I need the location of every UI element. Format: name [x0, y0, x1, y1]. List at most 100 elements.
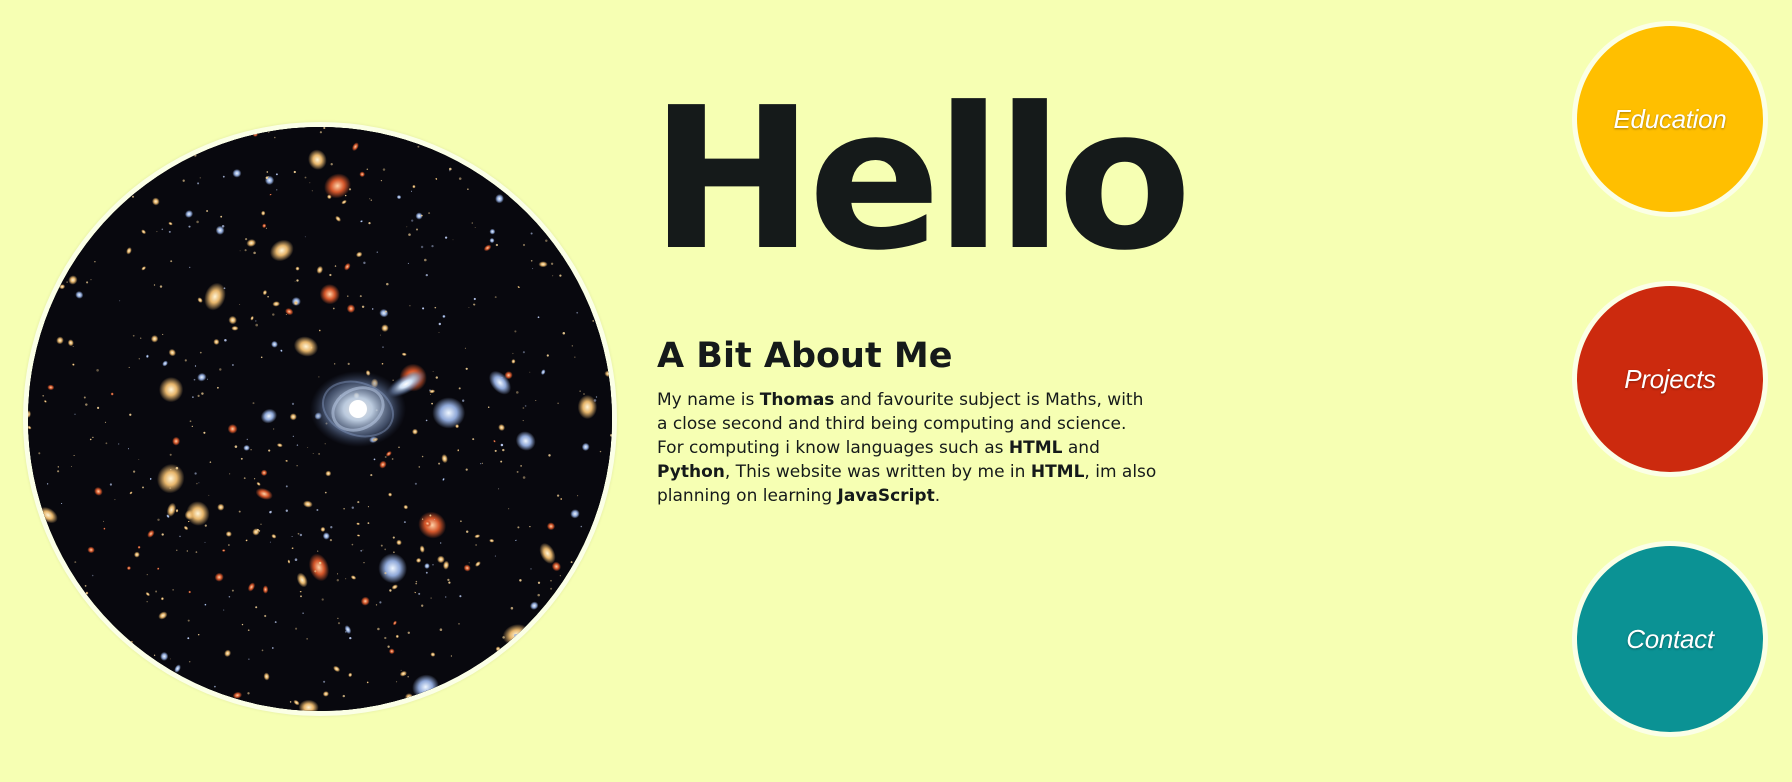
star-dot: [107, 148, 111, 152]
galaxy-dot: [540, 639, 544, 643]
star-dot: [260, 356, 263, 359]
star-dot: [494, 449, 497, 452]
star-dot: [594, 243, 597, 245]
star-dot: [432, 563, 434, 566]
galaxy-dot: [35, 655, 45, 665]
galaxy-dot: [41, 299, 45, 304]
star-dot: [244, 249, 247, 252]
star-dot: [203, 431, 206, 434]
nav-contact-button[interactable]: Contact: [1572, 541, 1768, 737]
star-dot: [415, 582, 418, 585]
star-dot: [268, 449, 271, 452]
star-dot: [206, 209, 209, 213]
star-dot: [421, 455, 424, 458]
star-dot: [465, 530, 469, 533]
star-dot: [219, 368, 222, 371]
star-dot: [347, 295, 349, 297]
star-dot: [369, 198, 371, 200]
galaxy-dot: [32, 597, 37, 602]
star-dot: [153, 654, 156, 656]
star-dot: [138, 358, 140, 360]
star-dot: [450, 655, 453, 657]
nav-projects-circle[interactable]: Projects: [1577, 286, 1763, 472]
star-dot: [468, 562, 470, 564]
star-dot: [512, 190, 514, 192]
star-dot: [438, 462, 441, 465]
star-dot: [357, 501, 360, 504]
star-dot: [571, 345, 573, 347]
galaxy-dot: [92, 691, 99, 701]
star-dot: [567, 651, 571, 655]
star-dot: [302, 612, 304, 614]
star-dot: [42, 394, 45, 397]
star-dot: [420, 245, 424, 249]
star-dot: [248, 658, 250, 660]
galaxy-dot: [31, 146, 41, 155]
star-dot: [247, 629, 250, 632]
nav-projects-button[interactable]: Projects: [1572, 281, 1768, 477]
star-dot: [217, 228, 219, 230]
galaxy-dot: [48, 141, 72, 165]
star-dot: [271, 647, 274, 649]
star-dot: [591, 611, 594, 613]
star-dot: [91, 180, 93, 182]
star-dot: [289, 701, 292, 703]
about-emphasis: JavaScript: [837, 486, 935, 506]
star-dot: [502, 636, 505, 639]
star-dot: [81, 645, 83, 648]
star-dot: [430, 597, 432, 599]
star-dot: [74, 413, 76, 415]
star-dot: [169, 453, 172, 456]
star-dot: [194, 365, 197, 367]
star-dot: [535, 400, 537, 402]
star-dot: [292, 435, 294, 437]
star-dot: [250, 448, 252, 451]
galaxy-dot: [73, 616, 78, 621]
star-dot: [467, 188, 469, 190]
star-dot: [558, 183, 560, 185]
galaxy-dot: [567, 706, 575, 711]
star-dot: [275, 173, 278, 176]
star-dot: [483, 132, 486, 135]
star-dot: [293, 170, 296, 174]
star-dot: [552, 616, 555, 618]
star-dot: [380, 544, 383, 547]
star-dot: [89, 438, 92, 441]
galaxy-dot: [39, 168, 52, 181]
galaxy-dot: [34, 597, 41, 605]
star-dot: [522, 351, 525, 354]
star-dot: [428, 212, 431, 215]
star-dot: [217, 386, 219, 389]
star-dot: [81, 615, 83, 617]
star-dot: [93, 198, 95, 200]
star-dot: [384, 636, 387, 640]
star-dot: [29, 557, 32, 560]
star-dot: [391, 458, 394, 460]
star-dot: [566, 663, 569, 665]
star-dot: [261, 649, 264, 652]
star-dot: [196, 482, 198, 485]
star-dot: [495, 243, 499, 247]
galaxy-dot: [35, 199, 43, 204]
star-dot: [169, 487, 172, 489]
nav-contact-circle[interactable]: Contact: [1577, 546, 1763, 732]
star-dot: [82, 705, 85, 708]
star-dot: [550, 262, 554, 265]
star-dot: [243, 477, 246, 480]
star-dot: [179, 535, 181, 538]
star-dot: [580, 525, 583, 528]
star-dot: [452, 239, 454, 241]
star-dot: [272, 313, 275, 316]
galaxy-portrait-image: [28, 127, 612, 711]
star-dot: [317, 550, 319, 552]
nav-education-button[interactable]: Education: [1572, 21, 1768, 217]
star-dot: [156, 231, 158, 233]
star-dot: [52, 633, 54, 636]
star-dot: [268, 131, 270, 133]
star-dot: [545, 152, 548, 155]
star-dot: [229, 473, 231, 475]
star-dot: [386, 282, 389, 286]
star-dot: [157, 518, 160, 522]
star-dot: [161, 228, 164, 231]
nav-education-circle[interactable]: Education: [1577, 26, 1763, 212]
